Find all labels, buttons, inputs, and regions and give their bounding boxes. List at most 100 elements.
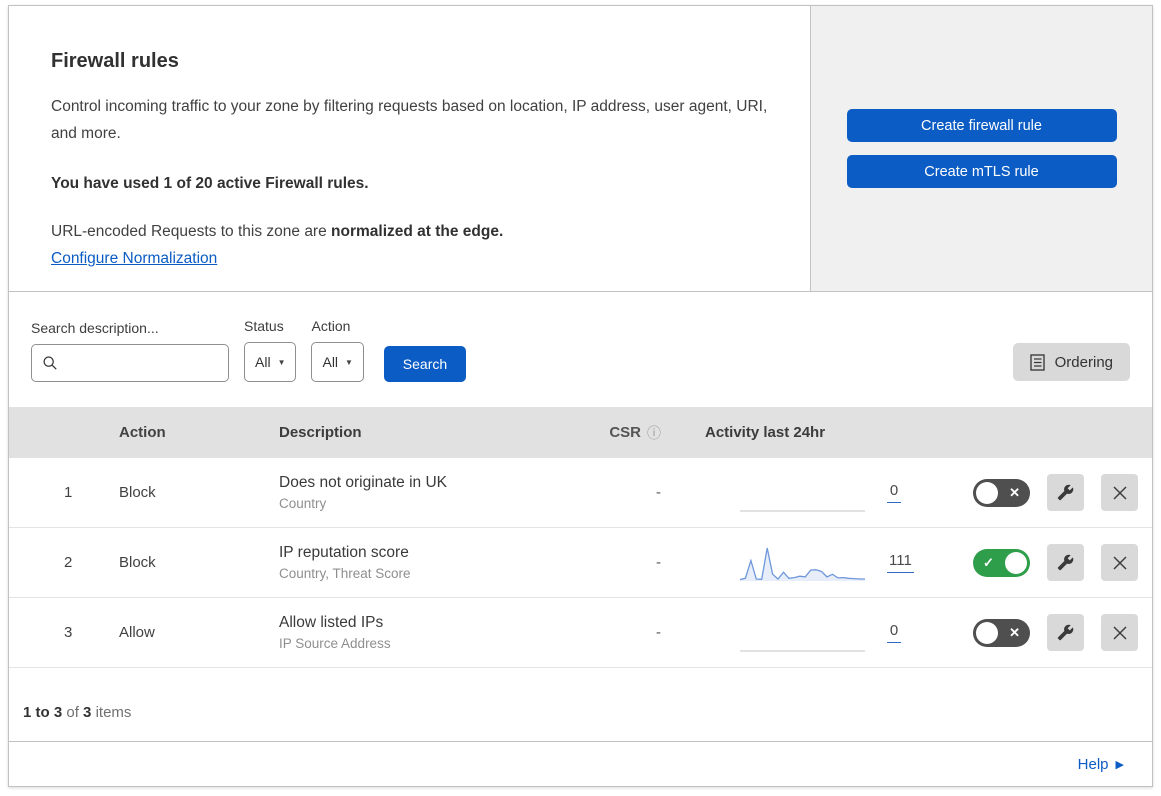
description-column-header: Description bbox=[279, 424, 362, 441]
csr-header-label: CSR bbox=[609, 424, 641, 441]
rule-description-cell: Allow listed IPs IP Source Address bbox=[279, 614, 589, 651]
rule-enabled-toggle[interactable]: ✓ ✕ bbox=[973, 478, 1030, 507]
action-filter-group: Action All ▼ bbox=[311, 318, 364, 382]
item-total: 3 bbox=[83, 704, 92, 721]
usage-summary: You have used 1 of 20 active Firewall ru… bbox=[51, 175, 369, 193]
status-filter-group: Status All ▼ bbox=[244, 318, 297, 382]
rule-priority: 3 bbox=[64, 624, 73, 641]
csr-column-header: CSR ⓘ bbox=[589, 423, 669, 443]
status-label: Status bbox=[244, 318, 284, 334]
toggle-knob bbox=[976, 481, 998, 504]
wrench-icon bbox=[1057, 484, 1074, 501]
pagination-summary: 1 to 3 of 3 items bbox=[9, 668, 1152, 741]
action-selected-value: All bbox=[322, 354, 339, 370]
close-icon bbox=[1112, 625, 1128, 641]
wrench-icon bbox=[1057, 624, 1074, 641]
ordering-button[interactable]: Ordering bbox=[1012, 343, 1130, 381]
search-button[interactable]: Search bbox=[383, 346, 466, 382]
activity-sparkline bbox=[740, 612, 865, 654]
rule-description-cell: Does not originate in UK Country bbox=[279, 474, 589, 511]
rule-description: IP reputation score bbox=[279, 544, 409, 561]
cta-panel: Create firewall rule Create mTLS rule bbox=[811, 6, 1152, 291]
info-icon[interactable]: ⓘ bbox=[647, 423, 661, 443]
rule-action: Block bbox=[119, 484, 156, 501]
page-description: Control incoming traffic to your zone by… bbox=[51, 98, 768, 143]
items-label: items bbox=[95, 704, 132, 721]
rule-priority: 1 bbox=[64, 484, 73, 501]
search-icon bbox=[42, 355, 58, 371]
action-select[interactable]: All ▼ bbox=[311, 342, 364, 382]
help-link-label: Help bbox=[1077, 755, 1109, 773]
table-row: 1 Block Does not originate in UK Country… bbox=[9, 458, 1152, 528]
search-input[interactable] bbox=[66, 354, 218, 372]
intro-panel: Firewall rules Control incoming traffic … bbox=[9, 6, 811, 291]
rule-controls: ✓ ✕ bbox=[917, 614, 1152, 651]
toggle-knob bbox=[1005, 551, 1027, 574]
action-label: Action bbox=[311, 318, 351, 334]
action-column-header: Action bbox=[119, 424, 166, 441]
table-header: Action Description CSR ⓘ Activity last 2… bbox=[9, 407, 1152, 458]
x-icon: ✕ bbox=[1009, 624, 1020, 640]
activity-count-link[interactable]: 0 bbox=[887, 622, 901, 643]
rule-description: Does not originate in UK bbox=[279, 474, 448, 491]
normalization-note: URL-encoded Requests to this zone are no… bbox=[51, 223, 780, 241]
activity-sparkline bbox=[740, 542, 865, 584]
rule-criteria: IP Source Address bbox=[279, 636, 391, 651]
table-row: 2 Block IP reputation score Country, Thr… bbox=[9, 528, 1152, 598]
edit-rule-button[interactable] bbox=[1047, 544, 1084, 581]
normalization-text: URL-encoded Requests to this zone are bbox=[51, 223, 332, 241]
item-range: 1 to 3 bbox=[23, 704, 63, 721]
rule-activity-cell: 0 bbox=[669, 612, 917, 654]
rule-action: Allow bbox=[119, 624, 155, 641]
rule-priority: 2 bbox=[64, 554, 73, 571]
activity-count-link[interactable]: 111 bbox=[887, 552, 914, 573]
ordering-button-label: Ordering bbox=[1054, 353, 1113, 371]
delete-rule-button[interactable] bbox=[1101, 544, 1138, 581]
create-mtls-rule-button[interactable]: Create mTLS rule bbox=[846, 155, 1117, 188]
edit-rule-button[interactable] bbox=[1047, 474, 1084, 511]
firewall-rules-card: Firewall rules Control incoming traffic … bbox=[8, 5, 1153, 787]
status-select[interactable]: All ▼ bbox=[244, 342, 297, 382]
rule-enabled-toggle[interactable]: ✓ ✕ bbox=[973, 548, 1030, 577]
delete-rule-button[interactable] bbox=[1101, 474, 1138, 511]
configure-normalization-link[interactable]: Configure Normalization bbox=[51, 250, 217, 267]
search-label: Search description... bbox=[31, 320, 159, 336]
search-group: Search description... bbox=[31, 320, 229, 382]
search-input-box[interactable] bbox=[31, 344, 229, 382]
rule-controls: ✓ ✕ bbox=[917, 544, 1152, 581]
toggle-knob bbox=[976, 621, 998, 644]
rule-activity-cell: 111 bbox=[669, 542, 917, 584]
help-bar: Help ▶ bbox=[9, 741, 1152, 786]
wrench-icon bbox=[1057, 554, 1074, 571]
rule-csr-value: - bbox=[656, 554, 661, 571]
create-firewall-rule-button[interactable]: Create firewall rule bbox=[846, 109, 1117, 142]
rule-description-cell: IP reputation score Country, Threat Scor… bbox=[279, 544, 589, 581]
activity-sparkline bbox=[740, 472, 865, 514]
chevron-down-icon: ▼ bbox=[345, 357, 353, 367]
filter-bar: Search description... Status All ▼ Actio… bbox=[9, 292, 1152, 407]
rule-description: Allow listed IPs bbox=[279, 614, 384, 631]
rule-criteria: Country bbox=[279, 496, 327, 511]
activity-count-link[interactable]: 0 bbox=[887, 482, 901, 503]
chevron-down-icon: ▼ bbox=[277, 357, 286, 367]
check-icon: ✓ bbox=[983, 554, 994, 570]
help-arrow-icon: ▶ bbox=[1115, 758, 1124, 771]
page-title: Firewall rules bbox=[51, 50, 179, 72]
activity-column-header: Activity last 24hr bbox=[705, 424, 826, 441]
rule-csr-value: - bbox=[656, 624, 661, 641]
rule-enabled-toggle[interactable]: ✓ ✕ bbox=[973, 618, 1030, 647]
x-icon: ✕ bbox=[1009, 484, 1020, 500]
help-link[interactable]: Help ▶ bbox=[1078, 756, 1124, 773]
of-label: of bbox=[66, 704, 79, 721]
rule-criteria: Country, Threat Score bbox=[279, 566, 411, 581]
header-section: Firewall rules Control incoming traffic … bbox=[9, 6, 1152, 292]
normalization-bold-text: normalized at the edge. bbox=[331, 223, 504, 241]
table-row: 3 Allow Allow listed IPs IP Source Addre… bbox=[9, 598, 1152, 668]
rule-csr-value: - bbox=[656, 484, 661, 501]
rule-activity-cell: 0 bbox=[669, 472, 917, 514]
rule-action: Block bbox=[119, 554, 156, 571]
ordering-list-icon bbox=[1029, 353, 1045, 371]
status-selected-value: All bbox=[255, 354, 271, 370]
delete-rule-button[interactable] bbox=[1101, 614, 1138, 651]
edit-rule-button[interactable] bbox=[1047, 614, 1084, 651]
